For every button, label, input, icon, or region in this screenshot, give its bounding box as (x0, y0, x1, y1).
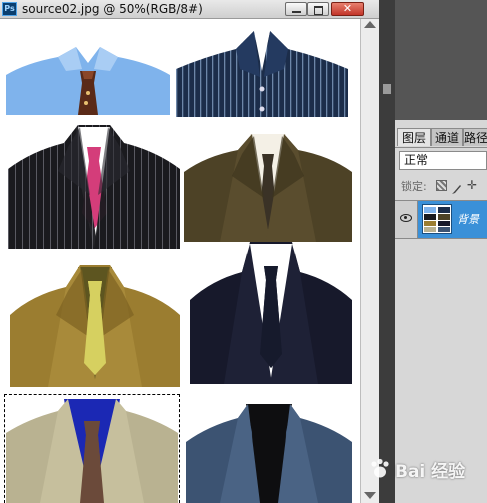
minimize-icon (286, 3, 306, 15)
document-titlebar[interactable]: Ps source02.jpg @ 50%(RGB/8#) ✕ (0, 0, 379, 19)
minimize-button[interactable] (285, 2, 307, 16)
suit-image-olive-suit (184, 132, 352, 242)
suit-image-navy-striped-shirt (176, 31, 348, 117)
lock-position-icon[interactable]: ✛ (467, 179, 478, 191)
image-canvas[interactable] (0, 19, 360, 503)
collapse-arrow-icon[interactable] (383, 84, 391, 94)
lock-image-pixels-icon[interactable] (451, 180, 462, 194)
baidu-jingyan-watermark: Bai 经验 (368, 455, 486, 483)
paw-logo-icon (368, 457, 392, 485)
visibility-toggle[interactable] (395, 201, 418, 238)
panel-tabs: 图层 通道 路径 (395, 127, 487, 148)
suit-image-navy-suit (190, 240, 352, 384)
document-window: Ps source02.jpg @ 50%(RGB/8#) ✕ (0, 0, 379, 503)
suit-image-black-pinstripe-suit (8, 121, 180, 249)
lock-row: 锁定: ✛ (395, 176, 487, 196)
suit-image-blue-tweed-blazer (186, 402, 352, 503)
document-title: source02.jpg @ 50%(RGB/8#) (22, 2, 203, 16)
tab-layers[interactable]: 图层 (397, 128, 431, 146)
layer-row-background[interactable]: 背景 (395, 200, 487, 239)
close-button[interactable]: ✕ (331, 2, 364, 16)
tab-paths[interactable]: 路径 (463, 128, 487, 146)
maximize-icon (308, 3, 328, 15)
layer-thumbnail (422, 204, 452, 234)
suit-image-khaki-suit-blue-shirt (6, 397, 178, 503)
lock-label: 锁定: (401, 180, 427, 193)
close-icon: ✕ (342, 2, 353, 15)
photoshop-logo-icon: Ps (2, 2, 17, 16)
blend-mode-select[interactable]: 正常 (399, 151, 487, 170)
suit-image-light-blue-shirt (6, 35, 170, 115)
watermark-text: Bai 经验 (395, 462, 466, 482)
panel-collapse-strip[interactable] (379, 0, 395, 503)
lock-transparent-pixels-icon[interactable] (436, 180, 447, 191)
maximize-button[interactable] (307, 2, 329, 16)
scroll-up-icon[interactable] (364, 21, 376, 28)
tab-channels[interactable]: 通道 (431, 128, 463, 146)
layers-panel: 图层 通道 路径 正常 锁定: ✛ 背景 (395, 120, 487, 503)
workspace-background (395, 0, 487, 120)
suit-image-mustard-tweed-suit (10, 265, 180, 387)
scroll-down-icon[interactable] (364, 492, 376, 499)
eye-icon (400, 214, 412, 222)
layer-name[interactable]: 背景 (457, 211, 479, 227)
vertical-scrollbar[interactable] (360, 19, 379, 503)
